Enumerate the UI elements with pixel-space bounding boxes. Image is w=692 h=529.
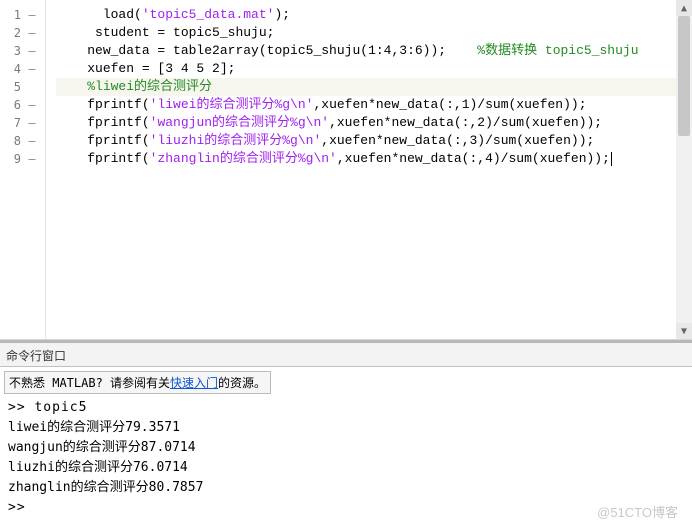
command-output-line: >> topic5 (8, 398, 684, 418)
command-output-line: zhanglin的综合测评分80.7857 (8, 478, 684, 498)
code-token: fprintf( (87, 151, 149, 166)
gutter-row: 4— (0, 60, 45, 78)
code-token: 'wangjun的综合测评分%g\n' (150, 115, 329, 130)
command-window-title: 命令行窗口 (0, 343, 692, 367)
command-output-line: wangjun的综合测评分87.0714 (8, 438, 684, 458)
code-token: ,xuefen*new_data(:,2)/sum(xuefen)); (329, 115, 602, 130)
gutter-row: 2— (0, 24, 45, 42)
prompt: >> (8, 500, 34, 515)
code-line[interactable]: load('topic5_data.mat'); (56, 6, 692, 24)
section-dash-icon: — (25, 134, 39, 148)
command-output-line: liuzhi的综合测评分76.0714 (8, 458, 684, 478)
code-area[interactable]: 1—2—3—4—56—7—8—9— load('topic5_data.mat'… (0, 0, 692, 339)
scroll-track[interactable] (676, 16, 692, 323)
line-number: 7 (7, 116, 21, 130)
scroll-up-arrow-icon[interactable]: ▲ (676, 0, 692, 16)
code-line[interactable]: new_data = table2array(topic5_shuju(1:4,… (56, 42, 692, 60)
code-line[interactable]: fprintf('zhanglin的综合测评分%g\n',xuefen*new_… (56, 150, 692, 168)
code-token: %数据转换 topic5_shuju (477, 43, 638, 58)
code-token: fprintf( (87, 133, 149, 148)
code-token: ,xuefen*new_data(:,3)/sum(xuefen)); (321, 133, 594, 148)
code-line[interactable]: fprintf('wangjun的综合测评分%g\n',xuefen*new_d… (56, 114, 692, 132)
line-number: 5 (7, 80, 21, 94)
section-dash-icon: — (25, 152, 39, 166)
command-pane: 命令行窗口 不熟悉 MATLAB? 请参阅有关快速入门的资源。 >> topic… (0, 340, 692, 529)
hint-prefix: 不熟悉 MATLAB? 请参阅有关 (9, 376, 170, 390)
code-line[interactable]: fprintf('liwei的综合测评分%g\n',xuefen*new_dat… (56, 96, 692, 114)
hint-suffix: 的资源。 (218, 376, 266, 390)
line-number: 4 (7, 62, 21, 76)
quickstart-link[interactable]: 快速入门 (170, 376, 218, 390)
code-token: new_data = table2array(topic5_shuju(1:4,… (87, 43, 477, 58)
code-token: 'zhanglin的综合测评分%g\n' (150, 151, 337, 166)
code-line[interactable]: %liwei的综合测评分 (56, 78, 692, 96)
line-number: 2 (7, 26, 21, 40)
code-token: xuefen = [3 4 5 2]; (87, 61, 235, 76)
section-dash-icon: — (25, 116, 39, 130)
command-output[interactable]: >> topic5 liwei的综合测评分79.3571wangjun的综合测评分… (0, 394, 692, 518)
gutter-row: 8— (0, 132, 45, 150)
code-token: student = topic5_shuju; (95, 25, 274, 40)
gutter-row: 6— (0, 96, 45, 114)
line-number: 8 (7, 134, 21, 148)
line-number: 1 (7, 8, 21, 22)
code-token: ); (274, 7, 290, 22)
line-number: 3 (7, 44, 21, 58)
code-token: fprintf( (87, 97, 149, 112)
section-dash-icon: — (25, 62, 39, 76)
code-token: 'liwei的综合测评分%g\n' (150, 97, 314, 112)
text-caret (611, 152, 612, 166)
command-output-line: >> (8, 498, 684, 518)
command-output-line: liwei的综合测评分79.3571 (8, 418, 684, 438)
code-token: fprintf( (87, 115, 149, 130)
line-number: 6 (7, 98, 21, 112)
gutter-row: 7— (0, 114, 45, 132)
code-token: 'topic5_data.mat' (142, 7, 275, 22)
line-gutter: 1—2—3—4—56—7—8—9— (0, 0, 46, 339)
gutter-row: 1— (0, 6, 45, 24)
section-dash-icon: — (25, 8, 39, 22)
scroll-thumb[interactable] (678, 16, 690, 136)
code-lines[interactable]: load('topic5_data.mat'); student = topic… (46, 0, 692, 339)
line-number: 9 (7, 152, 21, 166)
section-dash-icon: — (25, 98, 39, 112)
section-dash-icon: — (25, 26, 39, 40)
code-token: load( (103, 7, 142, 22)
code-token: 'liuzhi的综合测评分%g\n' (150, 133, 322, 148)
editor-scrollbar[interactable]: ▲ ▼ (676, 0, 692, 339)
editor-pane: 1—2—3—4—56—7—8—9— load('topic5_data.mat'… (0, 0, 692, 340)
code-token: %liwei的综合测评分 (87, 79, 212, 94)
gutter-row: 9— (0, 150, 45, 168)
gutter-row: 3— (0, 42, 45, 60)
code-token: ,xuefen*new_data(:,1)/sum(xuefen)); (313, 97, 586, 112)
gutter-row: 5 (0, 78, 45, 96)
code-line[interactable]: student = topic5_shuju; (56, 24, 692, 42)
section-dash-icon: — (25, 44, 39, 58)
code-line[interactable]: xuefen = [3 4 5 2]; (56, 60, 692, 78)
prompt: >> topic5 (8, 400, 87, 415)
code-token: ,xuefen*new_data(:,4)/sum(xuefen)); (337, 151, 610, 166)
command-hint-box: 不熟悉 MATLAB? 请参阅有关快速入门的资源。 (4, 371, 271, 394)
scroll-down-arrow-icon[interactable]: ▼ (676, 323, 692, 339)
code-line[interactable]: fprintf('liuzhi的综合测评分%g\n',xuefen*new_da… (56, 132, 692, 150)
